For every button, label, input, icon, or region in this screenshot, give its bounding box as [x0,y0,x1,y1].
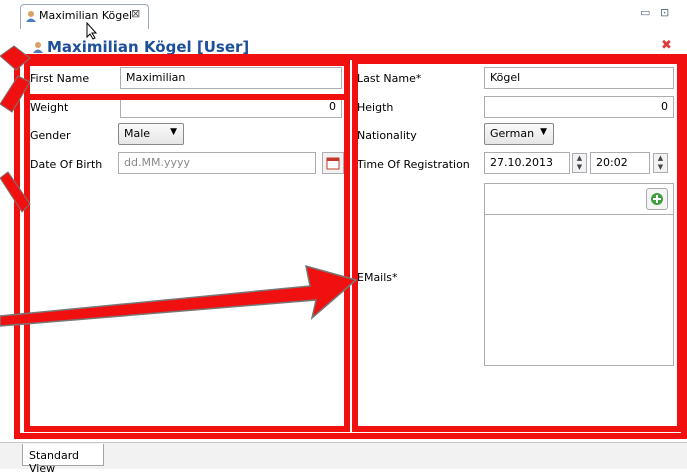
annotation-arrow-first-name [0,75,31,113]
annotation-arrows [0,45,358,327]
standard-view-tab[interactable]: Standard View [22,444,104,475]
annotation-arrow-top-left [0,45,31,71]
annotation-arrow-left-column [0,171,31,213]
standard-view-tab-label: Standard View [29,449,80,475]
annotation-arrow-emails [0,264,358,327]
